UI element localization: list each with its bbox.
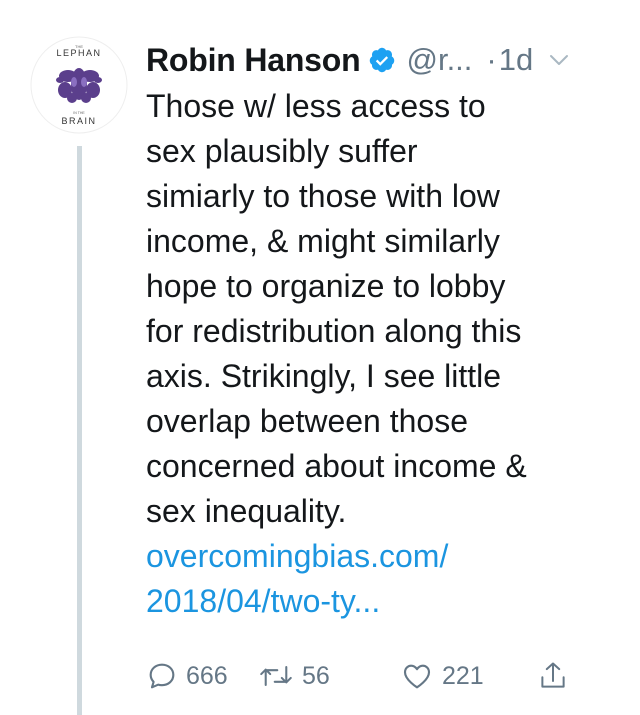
tweet[interactable]: THE LEPHAN IN THE BRAIN Robin Hanson @r.…	[0, 0, 640, 715]
retweet-icon	[260, 665, 292, 687]
avatar-title-sub: IN THE	[73, 111, 85, 115]
avatar[interactable]: THE LEPHAN IN THE BRAIN	[30, 36, 128, 134]
tweet-body: Those w/ less access to sex plausibly su…	[146, 84, 626, 624]
tweet-text-line: concerned about income &	[146, 448, 527, 484]
like-count: 221	[442, 661, 484, 690]
tweet-text-line: sex inequality.	[146, 493, 347, 529]
tweet-text-line: overlap between those	[146, 403, 468, 439]
tweet-text-line: axis. Strikingly, I see little	[146, 358, 502, 394]
timestamp[interactable]: 1d	[499, 42, 533, 78]
share-button[interactable]	[538, 656, 568, 696]
thread-line	[77, 146, 82, 715]
reply-button[interactable]: 666	[146, 656, 228, 696]
chevron-down-icon[interactable]	[547, 48, 571, 72]
share-icon	[541, 662, 565, 688]
tweet-text-line: simiarly to those with low	[146, 178, 500, 214]
book-cover-avatar-icon: THE LEPHAN IN THE BRAIN	[30, 36, 128, 134]
heart-icon	[403, 664, 431, 689]
separator-dot: ·	[486, 42, 497, 77]
like-button[interactable]: 221	[400, 656, 484, 696]
tweet-text-line: for redistribution along this	[146, 313, 522, 349]
tweet-text-line: sex plausibly suffer	[146, 133, 418, 169]
tweet-actions: 666 56 221	[146, 656, 606, 696]
avatar-title-main: LEPHAN	[56, 48, 101, 58]
tweet-text-line: income, & might similarly	[146, 223, 500, 259]
tweet-text-line: Those w/ less access to	[146, 88, 486, 124]
retweet-count: 56	[302, 661, 330, 690]
tweet-link[interactable]: 2018/04/two-ty...	[146, 579, 626, 624]
avatar-title-bottom: BRAIN	[61, 116, 96, 126]
reply-icon	[149, 663, 175, 689]
reply-count: 666	[186, 661, 228, 690]
tweet-text-line: hope to organize to lobby	[146, 268, 506, 304]
tweet-header: Robin Hanson @r... · 1d	[146, 40, 626, 80]
display-name[interactable]: Robin Hanson	[146, 42, 361, 79]
retweet-button[interactable]: 56	[258, 656, 330, 696]
user-handle[interactable]: @r...	[406, 42, 472, 78]
verified-badge-icon	[370, 47, 395, 73]
tweet-link[interactable]: overcomingbias.com/	[146, 534, 626, 579]
